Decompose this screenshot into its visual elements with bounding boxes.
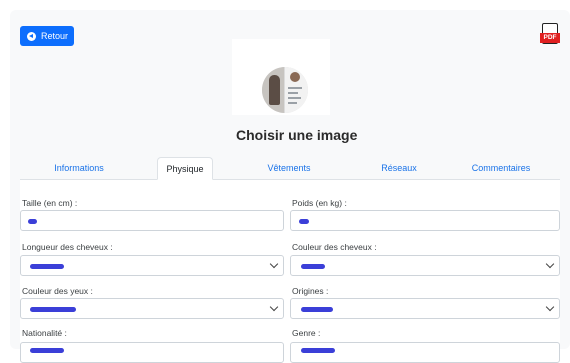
tab-reseaux[interactable]: Réseaux bbox=[340, 157, 458, 179]
eye-color-label: Couleur des yeux : bbox=[22, 286, 93, 296]
hair-length-select[interactable] bbox=[20, 255, 284, 276]
redacted-value bbox=[30, 307, 76, 312]
hair-length-label: Longueur des cheveux : bbox=[22, 242, 113, 252]
hair-color-select[interactable] bbox=[290, 255, 560, 276]
choose-image-label[interactable]: Choisir une image bbox=[236, 127, 357, 143]
pdf-label: PDF bbox=[540, 33, 560, 43]
nationality-label: Nationalité : bbox=[22, 328, 67, 338]
origins-label: Origines : bbox=[292, 286, 329, 296]
chevron-down-icon bbox=[269, 302, 279, 312]
physique-form: Taille (en cm) : Poids (en kg) : Longueu… bbox=[20, 180, 560, 363]
redacted-value bbox=[299, 219, 309, 224]
tab-vetements[interactable]: Vêtements bbox=[230, 157, 348, 179]
height-label: Taille (en cm) : bbox=[22, 198, 78, 208]
back-button[interactable]: Retour bbox=[20, 26, 74, 46]
chevron-down-icon bbox=[545, 302, 555, 312]
gender-label: Genre : bbox=[292, 328, 321, 338]
avatar-photo-text-line bbox=[288, 87, 302, 89]
pdf-file-icon[interactable]: PDF bbox=[540, 23, 560, 47]
avatar-photo-text-line bbox=[288, 92, 298, 94]
tab-informations[interactable]: Informations bbox=[20, 157, 138, 179]
origins-select[interactable] bbox=[290, 298, 560, 319]
arrow-left-circle-icon bbox=[27, 31, 36, 41]
profile-avatar[interactable] bbox=[262, 67, 308, 113]
weight-label: Poids (en kg) : bbox=[292, 198, 347, 208]
avatar-photo-text-line bbox=[288, 102, 297, 104]
weight-input[interactable] bbox=[290, 210, 560, 231]
avatar-photo-text-line bbox=[288, 97, 301, 99]
tab-commentaires[interactable]: Commentaires bbox=[442, 157, 560, 179]
avatar-photo-face bbox=[290, 72, 300, 82]
avatar-photo-person bbox=[269, 75, 280, 105]
chevron-down-icon bbox=[545, 259, 555, 269]
redacted-value bbox=[301, 264, 325, 269]
eye-color-select[interactable] bbox=[20, 298, 284, 319]
height-input[interactable] bbox=[20, 210, 284, 231]
hair-color-label: Couleur des cheveux : bbox=[292, 242, 377, 252]
back-button-label: Retour bbox=[41, 31, 69, 41]
redacted-value bbox=[28, 219, 37, 224]
redacted-value bbox=[30, 264, 64, 269]
redacted-value bbox=[301, 307, 333, 312]
gender-select[interactable] bbox=[290, 342, 560, 363]
tab-physique[interactable]: Physique bbox=[157, 157, 213, 180]
chevron-down-icon bbox=[269, 259, 279, 269]
nationality-select[interactable] bbox=[20, 342, 284, 363]
tab-bar: Informations Physique Vêtements Réseaux … bbox=[20, 157, 560, 180]
